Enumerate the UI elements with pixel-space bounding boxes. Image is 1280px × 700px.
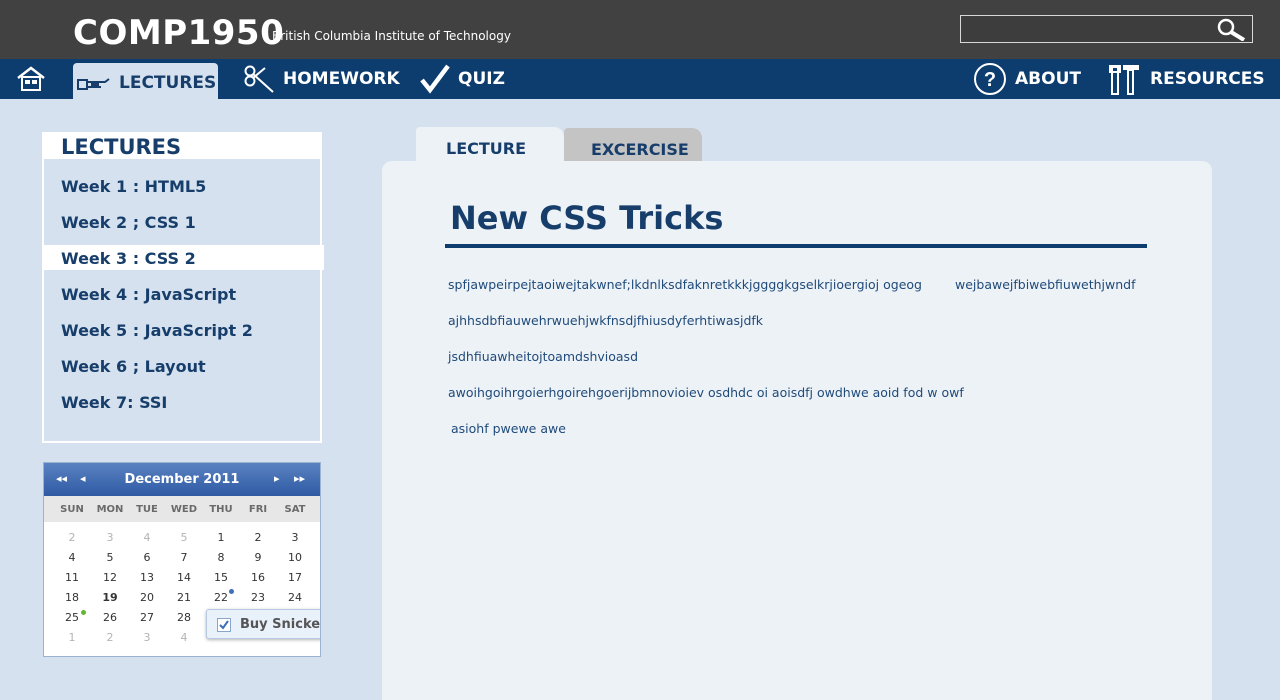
calendar-weekdays: SUN MON TUE WED THU FRI SAT [44, 496, 320, 522]
calendar-day[interactable]: 24 [277, 591, 313, 604]
calendar-day[interactable]: 27 [129, 611, 165, 624]
lectures-header: LECTURES [44, 132, 322, 159]
weekday-label: THU [209, 504, 233, 515]
weekday-label: SUN [60, 504, 84, 515]
page-title: New CSS Tricks [450, 199, 724, 237]
calendar-day[interactable]: 4 [54, 551, 90, 564]
week-link-6[interactable]: Week 6 ; Layout [61, 357, 206, 376]
scissors-icon [243, 64, 275, 94]
calendar-widget: ◂◂ ◂ December 2011 ▸ ▸▸ SUN MON TUE WED … [43, 462, 321, 657]
weekday-label: FRI [248, 504, 268, 515]
calendar-day[interactable]: 15 [203, 571, 239, 584]
tools-icon [1108, 62, 1142, 96]
weekday-label: WED [170, 504, 198, 515]
content-line: awoihgoihrgoierhgoirehgoerijbmnovioiev o… [448, 385, 964, 400]
content-line: ajhhsdbfiauwehrwuehjwkfnsdjfhiusdyferhti… [448, 313, 764, 328]
calendar-day[interactable]: 28 [166, 611, 202, 624]
search-input[interactable] [965, 19, 1205, 39]
nav-home[interactable] [16, 59, 46, 99]
calendar-day[interactable]: 2 [54, 531, 90, 544]
calendar-day[interactable]: 5 [166, 531, 202, 544]
calendar-day[interactable]: 4 [129, 531, 165, 544]
svg-text:?: ? [984, 69, 996, 91]
checkbox-icon [217, 618, 231, 632]
content-line: spfjawpeirpejtaoiwejtakwnef;lkdnlksdfakn… [448, 277, 922, 292]
calendar-day[interactable]: 18 [54, 591, 90, 604]
site-subtitle: British Columbia Institute of Technology [272, 29, 511, 43]
content-line: asiohf pwewe awe [451, 421, 566, 436]
nav-resources[interactable]: RESOURCES [1108, 59, 1265, 99]
week-link-3[interactable]: Week 3 : CSS 2 [61, 249, 196, 268]
nav-lectures[interactable]: LECTURES [73, 63, 218, 103]
lectures-panel: LECTURES Week 1 : HTML5 Week 2 ; CSS 1 W… [42, 132, 324, 443]
search-box [960, 15, 1253, 43]
calendar-day[interactable]: 4 [166, 631, 202, 644]
calendar-day[interactable]: 26 [92, 611, 128, 624]
calendar-day[interactable]: 17 [277, 571, 313, 584]
calendar-day[interactable]: 19 [92, 591, 128, 604]
calendar-day[interactable]: 13 [129, 571, 165, 584]
week-link-7[interactable]: Week 7: SSI [61, 393, 167, 412]
calendar-day[interactable]: 3 [129, 631, 165, 644]
nav-homework[interactable]: HOMEWORK [243, 59, 400, 99]
calendar-day[interactable]: 14 [166, 571, 202, 584]
next-year-button[interactable]: ▸▸ [294, 472, 305, 485]
calendar-day[interactable]: 10 [277, 551, 313, 564]
calendar-day[interactable]: 7 [166, 551, 202, 564]
nav-label: ABOUT [1015, 69, 1081, 89]
question-circle-icon: ? [973, 62, 1007, 96]
tab-label: EXCERCISE [591, 140, 689, 159]
week-link-4[interactable]: Week 4 : JavaScript [61, 285, 236, 304]
title-divider [445, 244, 1147, 248]
calendar-day[interactable]: 22 [203, 591, 239, 604]
nav-label: LECTURES [119, 73, 217, 93]
nav-label: QUIZ [458, 69, 505, 89]
calendar-day[interactable]: 8 [203, 551, 239, 564]
calendar-day[interactable]: 2 [92, 631, 128, 644]
event-dot-blue [229, 589, 234, 594]
home-icon [16, 65, 46, 93]
calendar-day[interactable]: 20 [129, 591, 165, 604]
calendar-day[interactable]: 11 [54, 571, 90, 584]
weekday-label: TUE [136, 504, 158, 515]
content-line: jsdhfiuawheitojtoamdshvioasd [448, 349, 639, 364]
weekday-label: SAT [284, 504, 306, 515]
calendar-day[interactable]: 9 [240, 551, 276, 564]
calendar-day[interactable]: 16 [240, 571, 276, 584]
hand-pointer-icon [77, 73, 111, 93]
calendar-day[interactable]: 6 [129, 551, 165, 564]
nav-label: RESOURCES [1150, 69, 1265, 89]
next-month-button[interactable]: ▸ [274, 472, 280, 485]
checkmark-icon [420, 64, 450, 94]
calendar-day[interactable]: 1 [203, 531, 239, 544]
nav-quiz[interactable]: QUIZ [420, 59, 505, 99]
calendar-day[interactable]: 12 [92, 571, 128, 584]
calendar-day[interactable]: 2 [240, 531, 276, 544]
nav-about[interactable]: ? ABOUT [973, 59, 1081, 99]
calendar-day[interactable]: 1 [54, 631, 90, 644]
calendar-header: ◂◂ ◂ December 2011 ▸ ▸▸ [44, 463, 320, 496]
calendar-day[interactable]: 23 [240, 591, 276, 604]
content-line: wejbawejfbiwebfiuwethjwndf [955, 277, 1136, 292]
week-link-2[interactable]: Week 2 ; CSS 1 [61, 213, 196, 232]
weekday-label: MON [96, 504, 124, 515]
event-dot-green [81, 610, 86, 615]
calendar-day[interactable]: 3 [92, 531, 128, 544]
top-header: COMP1950 British Columbia Institute of T… [0, 0, 1280, 59]
lectures-title: LECTURES [61, 135, 182, 159]
main-nav: LECTURES HOMEWORK QUIZ ? ABOUT RESOURCES [0, 59, 1280, 103]
calendar-day[interactable]: 21 [166, 591, 202, 604]
week-link-5[interactable]: Week 5 : JavaScript 2 [61, 321, 253, 340]
event-tooltip-text: Buy Snickers [240, 617, 321, 632]
event-tooltip[interactable]: Buy Snickers [206, 609, 321, 639]
tab-exercise[interactable]: EXCERCISE [564, 128, 702, 162]
nav-label: HOMEWORK [283, 69, 400, 89]
tab-lecture[interactable]: LECTURE [416, 127, 564, 162]
site-brand[interactable]: COMP1950 [73, 13, 284, 53]
search-icon[interactable] [1214, 17, 1248, 42]
week-link-1[interactable]: Week 1 : HTML5 [61, 177, 206, 196]
tab-label: LECTURE [446, 139, 527, 158]
calendar-day[interactable]: 5 [92, 551, 128, 564]
calendar-day[interactable]: 3 [277, 531, 313, 544]
